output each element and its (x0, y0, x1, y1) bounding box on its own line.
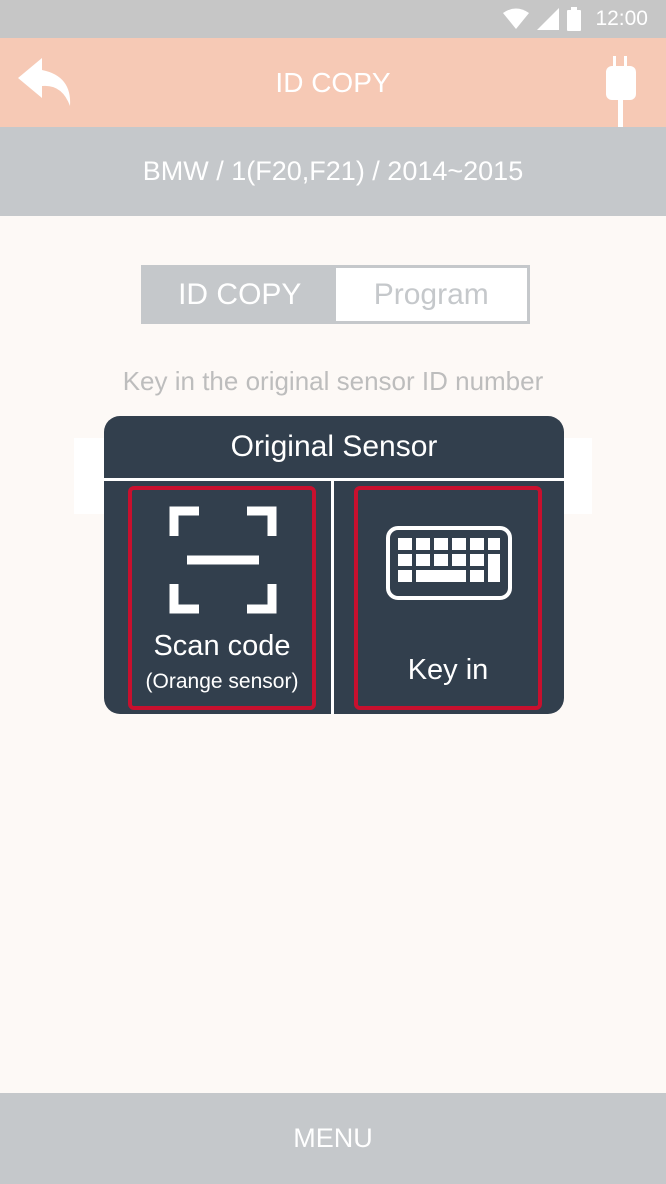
status-bar: 12:00 (0, 0, 666, 38)
wifi-icon (503, 8, 530, 29)
status-clock: 12:00 (595, 7, 648, 30)
mode-tabs: ID COPY Program (141, 265, 530, 324)
scan-code-label: Scan code (153, 630, 291, 662)
signal-icon (537, 8, 560, 30)
dialog-title: Original Sensor (230, 430, 438, 463)
original-sensor-dialog: Original Sensor Scan code (Orange sensor… (104, 416, 564, 714)
dialog-divider (104, 478, 564, 481)
scan-code-icon (169, 506, 277, 614)
usb-plug-icon (606, 56, 636, 128)
tab-program[interactable]: Program (335, 268, 527, 321)
scan-code-sublabel: (Orange sensor) (145, 670, 299, 693)
dialog-divider-vertical (331, 481, 334, 714)
key-in-label: Key in (407, 654, 489, 686)
page-title: ID COPY (275, 66, 391, 98)
screen: 12:00 ID COPY BMW / 1(F20,F21) / 2014~20… (0, 0, 666, 1184)
keyboard-icon (386, 526, 512, 600)
battery-icon (567, 7, 582, 31)
menu-button[interactable]: MENU (0, 1093, 666, 1184)
key-in-button[interactable]: Key in (354, 486, 542, 710)
tab-id-copy[interactable]: ID COPY (144, 268, 336, 321)
app-header: ID COPY (0, 38, 666, 128)
vehicle-breadcrumb: BMW / 1(F20,F21) / 2014~2015 (0, 127, 666, 216)
instruction-text: Key in the original sensor ID number (122, 366, 544, 396)
scan-code-button[interactable]: Scan code (Orange sensor) (128, 486, 316, 710)
